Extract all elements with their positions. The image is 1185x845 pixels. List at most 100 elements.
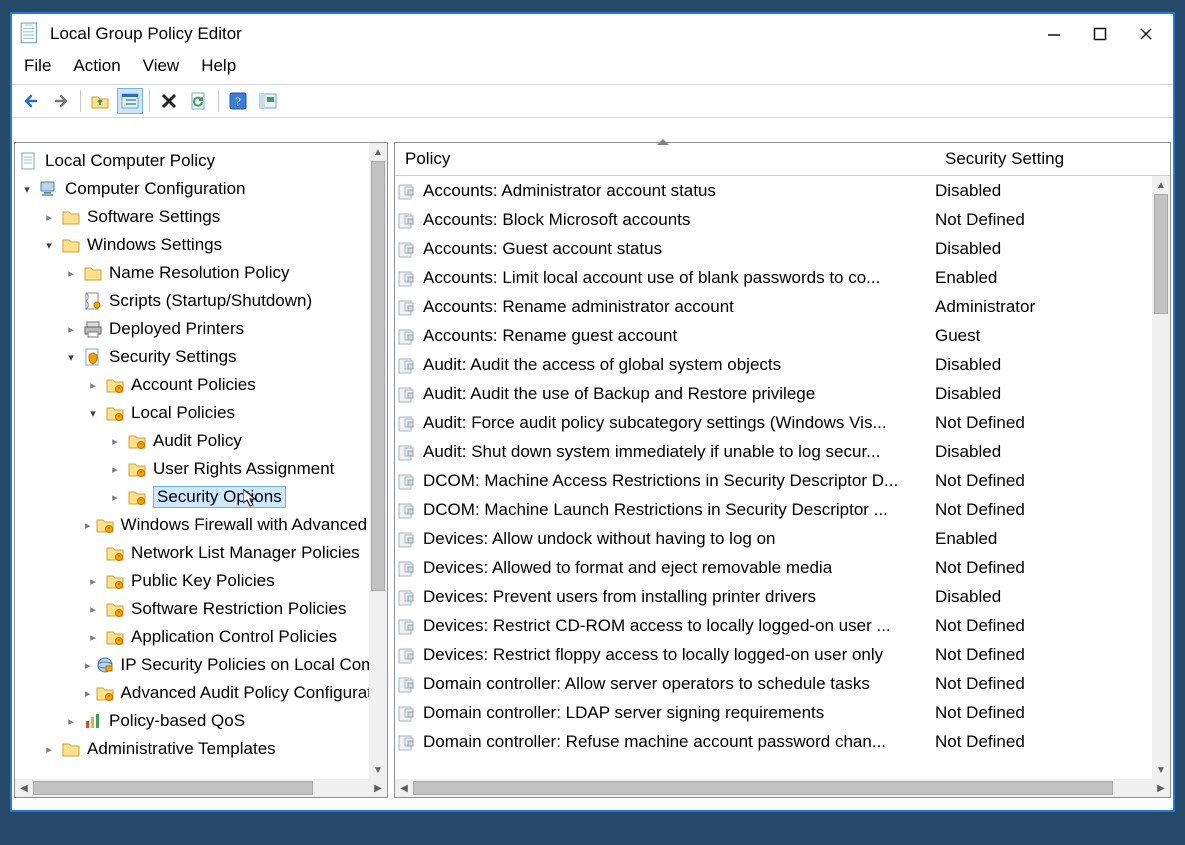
expand-icon[interactable]: ▸: [85, 629, 101, 645]
tree-node[interactable]: ▸IP Security Policies on Local Computer: [15, 651, 387, 679]
expand-icon[interactable]: ▸: [107, 433, 123, 449]
column-header-setting[interactable]: Security Setting: [935, 143, 1170, 175]
expand-icon[interactable]: ▸: [85, 657, 91, 673]
folder-sec-icon: [105, 627, 125, 647]
collapse-icon[interactable]: ▾: [63, 349, 79, 365]
policy-row[interactable]: Devices: Prevent users from installing p…: [395, 582, 1170, 611]
scroll-up-icon[interactable]: ▲: [1152, 176, 1170, 194]
toolbar-help-button[interactable]: ?: [225, 88, 251, 114]
tree-node[interactable]: ▾Local Policies: [15, 399, 387, 427]
close-button[interactable]: [1123, 19, 1169, 49]
maximize-button[interactable]: [1077, 19, 1123, 49]
policy-row[interactable]: Domain controller: Refuse machine accoun…: [395, 727, 1170, 756]
policy-row[interactable]: DCOM: Machine Launch Restrictions in Sec…: [395, 495, 1170, 524]
menu-view[interactable]: View: [143, 56, 180, 76]
policy-row[interactable]: Devices: Restrict floppy access to local…: [395, 640, 1170, 669]
expand-icon[interactable]: ▸: [41, 741, 57, 757]
scroll-thumb[interactable]: [413, 781, 1113, 795]
scroll-thumb[interactable]: [371, 161, 385, 591]
scroll-thumb[interactable]: [33, 781, 313, 795]
tree-node[interactable]: ▸Name Resolution Policy: [15, 259, 387, 287]
policy-row[interactable]: Audit: Audit the access of global system…: [395, 350, 1170, 379]
scroll-right-icon[interactable]: ▶: [369, 779, 387, 797]
toolbar-refresh-button[interactable]: [186, 88, 212, 114]
policy-row[interactable]: Devices: Allowed to format and eject rem…: [395, 553, 1170, 582]
tree-node[interactable]: ▸ Advanced Audit Policy Configuration: [15, 679, 387, 707]
expand-icon[interactable]: ▸: [63, 713, 79, 729]
expand-icon[interactable]: ▸: [63, 265, 79, 281]
policy-item-icon: [397, 646, 417, 664]
policy-setting: Administrator: [935, 297, 1035, 317]
tree-node[interactable]: Network List Manager Policies: [15, 539, 387, 567]
collapse-icon[interactable]: ▾: [19, 181, 35, 197]
tree-node[interactable]: ▸Administrative Templates: [15, 735, 387, 763]
titlebar: Local Group Policy Editor: [12, 14, 1173, 54]
list-horizontal-scrollbar[interactable]: ◀ ▶: [395, 779, 1170, 797]
scroll-up-icon[interactable]: ▲: [369, 143, 387, 161]
scroll-left-icon[interactable]: ◀: [15, 779, 33, 797]
tree-node[interactable]: ▸Security Options: [15, 483, 387, 511]
expand-icon[interactable]: ▸: [85, 601, 101, 617]
toolbar-back-button[interactable]: [18, 88, 44, 114]
menu-file[interactable]: File: [24, 56, 51, 76]
scroll-thumb[interactable]: [1154, 194, 1168, 314]
policy-row[interactable]: Devices: Allow undock without having to …: [395, 524, 1170, 553]
policy-row[interactable]: Accounts: Guest account statusDisabled: [395, 234, 1170, 263]
column-header-policy[interactable]: Policy: [395, 143, 935, 175]
expand-icon[interactable]: ▸: [85, 685, 91, 701]
policy-row[interactable]: Domain controller: Allow server operator…: [395, 669, 1170, 698]
tree-node[interactable]: ▸Application Control Policies: [15, 623, 387, 651]
scroll-down-icon[interactable]: ▼: [1152, 761, 1170, 779]
policy-row[interactable]: Devices: Restrict CD-ROM access to local…: [395, 611, 1170, 640]
policy-row[interactable]: Accounts: Administrator account statusDi…: [395, 176, 1170, 205]
tree-node[interactable]: ▸Software Settings: [15, 203, 387, 231]
tree-node-label: Advanced Audit Policy Configuration: [121, 683, 387, 703]
folder-sec-icon: [95, 683, 115, 703]
tree-horizontal-scrollbar[interactable]: ◀ ▶: [15, 779, 387, 797]
collapse-icon[interactable]: ▾: [85, 405, 101, 421]
list-vertical-scrollbar[interactable]: ▲ ▼: [1152, 176, 1170, 779]
tree-node[interactable]: ▾Computer Configuration: [15, 175, 387, 203]
policy-row[interactable]: Accounts: Rename guest accountGuest: [395, 321, 1170, 350]
scroll-left-icon[interactable]: ◀: [395, 779, 413, 797]
toolbar-delete-button[interactable]: [156, 88, 182, 114]
expand-icon[interactable]: ▸: [41, 209, 57, 225]
scroll-right-icon[interactable]: ▶: [1152, 779, 1170, 797]
tree-node[interactable]: ▸Audit Policy: [15, 427, 387, 455]
toolbar-forward-button[interactable]: [48, 88, 74, 114]
tree-node[interactable]: Local Computer Policy: [15, 147, 387, 175]
expand-icon[interactable]: ▸: [85, 377, 101, 393]
tree-node[interactable]: ▸Software Restriction Policies: [15, 595, 387, 623]
policy-row[interactable]: Accounts: Limit local account use of bla…: [395, 263, 1170, 292]
tree-node[interactable]: ▸User Rights Assignment: [15, 455, 387, 483]
toolbar-up-folder-button[interactable]: [87, 88, 113, 114]
tree-node[interactable]: ▸Windows Firewall with Advanced Security: [15, 511, 387, 539]
tree-node[interactable]: ▸Deployed Printers: [15, 315, 387, 343]
expand-icon[interactable]: ▸: [107, 489, 123, 505]
menu-help[interactable]: Help: [201, 56, 236, 76]
policy-row[interactable]: Audit: Force audit policy subcategory se…: [395, 408, 1170, 437]
toolbar-list-button[interactable]: [117, 88, 143, 114]
policy-row[interactable]: Domain controller: LDAP server signing r…: [395, 698, 1170, 727]
policy-row[interactable]: DCOM: Machine Access Restrictions in Sec…: [395, 466, 1170, 495]
toolbar-console-button[interactable]: [255, 88, 281, 114]
tree-vertical-scrollbar[interactable]: ▲ ▼: [369, 143, 387, 779]
tree-node[interactable]: ▾Windows Settings: [15, 231, 387, 259]
policy-row[interactable]: Audit: Audit the use of Backup and Resto…: [395, 379, 1170, 408]
policy-row[interactable]: Audit: Shut down system immediately if u…: [395, 437, 1170, 466]
scroll-down-icon[interactable]: ▼: [369, 761, 387, 779]
expand-icon[interactable]: ▸: [85, 517, 91, 533]
tree-node[interactable]: ▸Policy-based QoS: [15, 707, 387, 735]
policy-row[interactable]: Accounts: Rename administrator accountAd…: [395, 292, 1170, 321]
menu-action[interactable]: Action: [73, 56, 120, 76]
tree-node[interactable]: ▸Account Policies: [15, 371, 387, 399]
minimize-button[interactable]: [1031, 19, 1077, 49]
tree-node[interactable]: Scripts (Startup/Shutdown): [15, 287, 387, 315]
tree-node[interactable]: ▾Security Settings: [15, 343, 387, 371]
expand-icon[interactable]: ▸: [107, 461, 123, 477]
policy-row[interactable]: Accounts: Block Microsoft accountsNot De…: [395, 205, 1170, 234]
collapse-icon[interactable]: ▾: [41, 237, 57, 253]
expand-icon[interactable]: ▸: [85, 573, 101, 589]
tree-node[interactable]: ▸Public Key Policies: [15, 567, 387, 595]
expand-icon[interactable]: ▸: [63, 321, 79, 337]
